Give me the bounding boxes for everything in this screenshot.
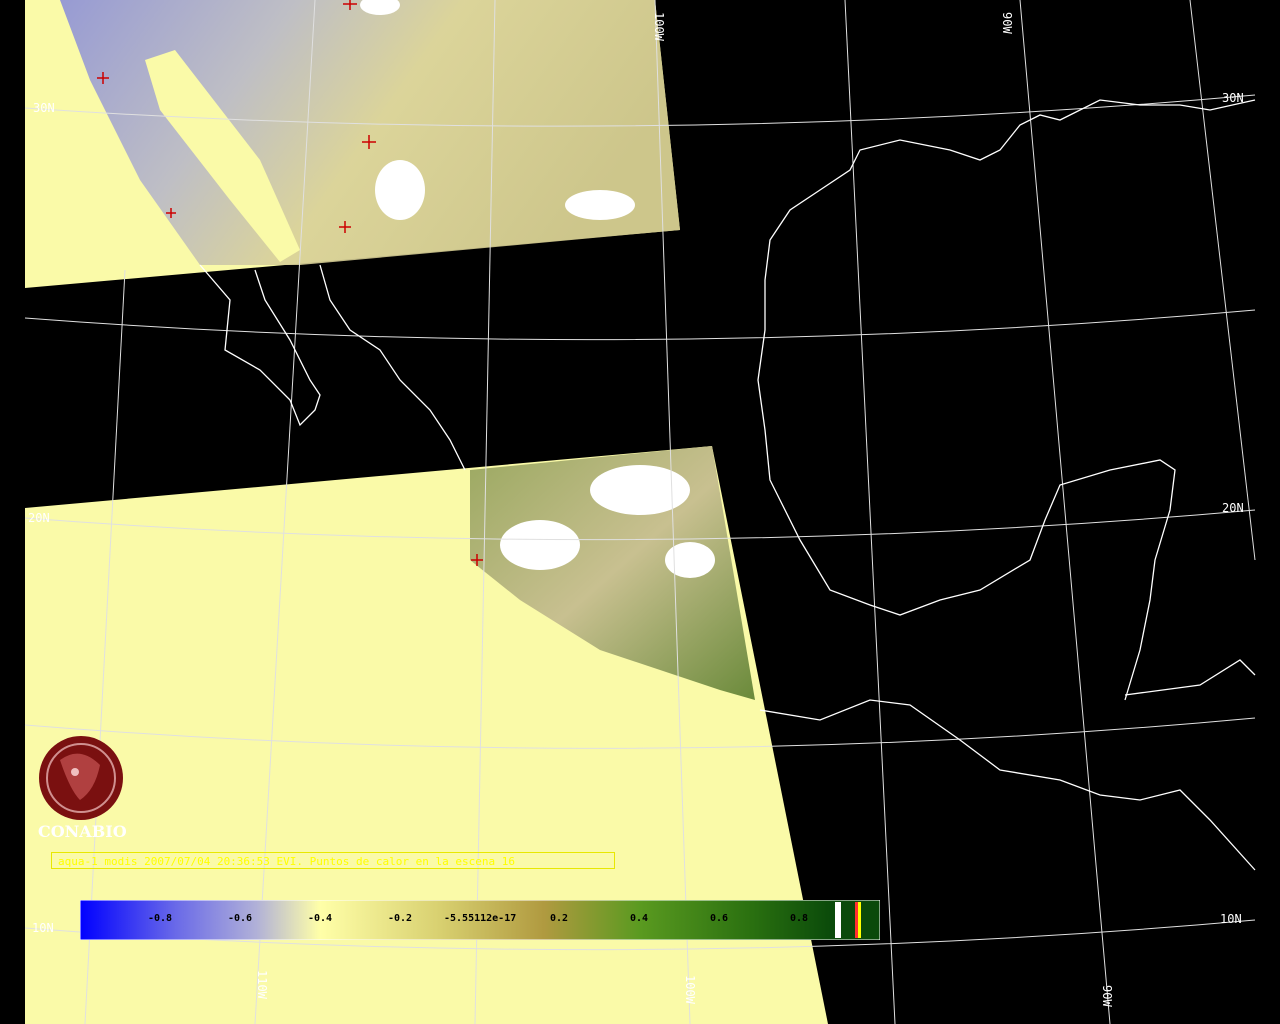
lat-label-30n-left: 30N — [33, 101, 55, 115]
colorbar-tick: -5.55112e-17 — [444, 913, 517, 924]
colorbar-tick: 0.8 — [790, 913, 809, 924]
lon-label-90w-top: 90W — [1000, 12, 1014, 34]
evi-colorbar: -0.8 -0.6 -0.4 -0.2 -5.55112e-17 0.2 0.4… — [80, 900, 880, 940]
lat-label-10n-left: 10N — [32, 921, 54, 935]
cloud-south-2 — [590, 465, 690, 515]
map-svg: 30N 30N 20N 20N 10N 10N 100W 90W 110W 10… — [24, 0, 1256, 1024]
cloud-north-1 — [375, 160, 425, 220]
lat-label-30n-right: 30N — [1222, 91, 1244, 105]
lon-label-100w-top: 100W — [652, 12, 666, 42]
colorbar-tick: 0.2 — [550, 913, 569, 924]
lon-label-90w-bottom: 90W — [1100, 985, 1114, 1007]
colorbar-tick: -0.4 — [308, 913, 333, 924]
conabio-logo-text: CONABIO — [38, 822, 127, 841]
cloud-north-2 — [565, 190, 635, 220]
lon-label-100w-bottom: 100W — [683, 975, 697, 1005]
lon-label-110w-bottom: 110W — [255, 970, 269, 1000]
cloud-south-1 — [500, 520, 580, 570]
map-canvas: 30N 30N 20N 20N 10N 10N 100W 90W 110W 10… — [0, 0, 1280, 1024]
lat-label-10n-right: 10N — [1220, 912, 1242, 926]
colorbar-tick: -0.2 — [388, 913, 413, 924]
colorbar-tick: 0.4 — [630, 913, 649, 924]
cloud-south-3 — [665, 542, 715, 578]
lat-label-20n-right: 20N — [1222, 501, 1244, 515]
scene-caption: aqua-1 modis 2007/07/04 20:36:53 EVI. Pu… — [51, 852, 615, 869]
lat-label-20n-left: 20N — [28, 511, 50, 525]
colorbar-tick: -0.8 — [148, 913, 173, 924]
colorbar-tick: -0.6 — [228, 913, 253, 924]
colorbar-tick: 0.6 — [710, 913, 729, 924]
conabio-logo-icon — [39, 736, 123, 820]
